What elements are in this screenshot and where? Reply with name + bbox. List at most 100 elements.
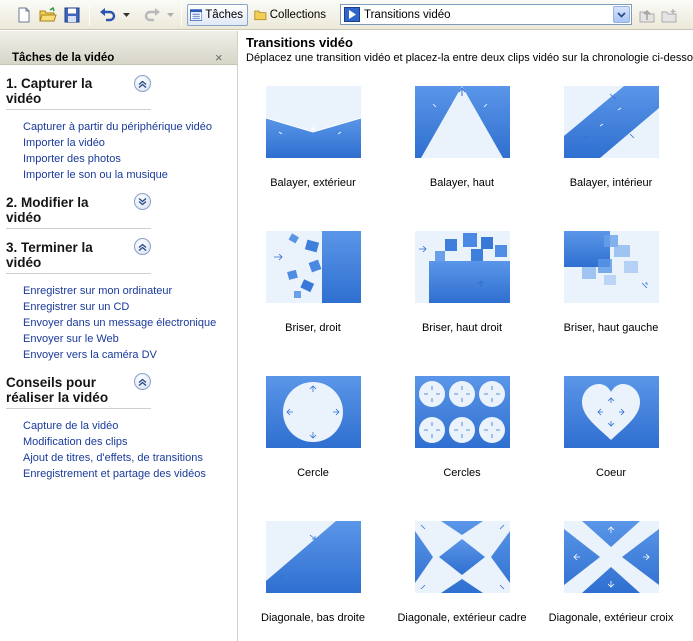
circles-icon — [415, 376, 510, 448]
collection-select-value: Transitions vidéo — [364, 8, 451, 21]
open-project-button[interactable] — [38, 4, 58, 26]
section-title-line: vidéo — [6, 255, 42, 270]
chevron-down-icon — [138, 197, 147, 205]
link-tip-capture[interactable]: Capture de la vidéo — [23, 418, 206, 434]
circle-icon — [266, 376, 361, 448]
new-project-button[interactable] — [14, 4, 34, 26]
transition-diagonal-box-out[interactable] — [415, 521, 510, 593]
up-level-button[interactable] — [638, 4, 656, 26]
expand-edit-button[interactable] — [134, 193, 151, 210]
tasks-label: Tâches — [205, 9, 243, 21]
section-title-line: 2. Modifier la — [6, 195, 89, 210]
collection-select-dropdown[interactable] — [613, 6, 630, 23]
tips-links: Capture de la vidéo Modification des cli… — [23, 418, 206, 482]
collapse-finish-button[interactable] — [134, 238, 151, 255]
section-divider — [6, 273, 151, 274]
chevron-up-icon — [138, 243, 147, 251]
caption-shatter-up-left: Briser, haut gauche — [563, 322, 659, 334]
collapse-tips-button[interactable] — [134, 373, 151, 390]
transition-circles[interactable] — [415, 376, 510, 448]
diagonal-cross-out-icon — [564, 521, 659, 593]
transition-shatter-up-left[interactable] — [564, 231, 659, 303]
chevron-up-icon — [138, 80, 147, 88]
redo-button[interactable] — [141, 4, 163, 26]
new-file-icon — [18, 7, 30, 23]
transition-diagonal-cross-out[interactable] — [564, 521, 659, 593]
link-tip-edit[interactable]: Modification des clips — [23, 434, 206, 450]
caption-diagonal-cross-out: Diagonale, extérieur croix — [548, 612, 674, 624]
collections-button[interactable]: Collections — [252, 4, 330, 26]
undo-arrow-icon — [100, 8, 116, 22]
link-capture-from-device[interactable]: Capturer à partir du périphérique vidéo — [23, 119, 212, 135]
save-project-button[interactable] — [62, 4, 82, 26]
redo-arrow-icon — [144, 8, 160, 22]
content-title: Transitions vidéo — [246, 35, 353, 50]
chevron-up-icon — [138, 378, 147, 386]
link-save-to-cd[interactable]: Enregistrer sur un CD — [23, 299, 216, 315]
caption-circle: Cercle — [297, 467, 329, 479]
sweep-out-icon — [265, 86, 362, 158]
link-tip-save-share[interactable]: Enregistrement et partage des vidéos — [23, 466, 206, 482]
heart-icon — [564, 376, 659, 448]
link-import-video[interactable]: Importer la vidéo — [23, 135, 212, 151]
undo-button[interactable] — [97, 4, 119, 26]
section-divider — [6, 408, 151, 409]
finish-links: Enregistrer sur mon ordinateur Enregistr… — [23, 283, 216, 363]
section-tips-title[interactable]: Conseils pour réaliser la vidéo — [6, 375, 150, 405]
content-description: Déplacez une transition vidéo et placez-… — [246, 52, 693, 64]
section-edit-title[interactable]: 2. Modifier la vidéo — [6, 195, 150, 225]
undo-dropdown[interactable] — [121, 4, 131, 26]
transition-sweep-up[interactable] — [415, 86, 510, 158]
caption-diagonal-box-out: Diagonale, extérieur cadre — [397, 612, 527, 624]
caption-sweep-up: Balayer, haut — [429, 177, 495, 189]
link-import-pictures[interactable]: Importer des photos — [23, 151, 212, 167]
link-tip-titles[interactable]: Ajout de titres, d'effets, de transition… — [23, 450, 206, 466]
section-finish-title[interactable]: 3. Terminer la vidéo — [6, 240, 150, 270]
collapse-capture-button[interactable] — [134, 75, 151, 92]
transition-collection-icon — [344, 7, 360, 22]
link-send-web[interactable]: Envoyer sur le Web — [23, 331, 216, 347]
chevron-down-icon — [617, 11, 626, 18]
section-title-line: Conseils pour — [6, 375, 97, 390]
collection-select[interactable]: Transitions vidéo — [340, 4, 632, 25]
transition-heart[interactable] — [564, 376, 659, 448]
link-send-email[interactable]: Envoyer dans un message électronique — [23, 315, 216, 331]
link-import-audio[interactable]: Importer le son ou la musique — [23, 167, 212, 183]
transition-sweep-in[interactable] — [564, 86, 659, 158]
up-folder-icon — [639, 9, 655, 22]
redo-dropdown[interactable] — [165, 4, 175, 26]
sweep-up-icon — [415, 86, 510, 158]
capture-links: Capturer à partir du périphérique vidéo … — [23, 119, 212, 183]
caption-sweep-in: Balayer, intérieur — [569, 177, 653, 189]
section-capture-title[interactable]: 1. Capturer la vidéo — [6, 76, 150, 106]
section-title-line: 1. Capturer la — [6, 76, 93, 91]
transition-circle[interactable] — [266, 376, 361, 448]
caption-shatter-right: Briser, droit — [285, 322, 341, 334]
new-collection-button[interactable] — [660, 4, 678, 26]
caption-sweep-out: Balayer, extérieur — [270, 177, 356, 189]
transition-shatter-up-right[interactable] — [415, 231, 510, 303]
task-list-icon — [190, 9, 203, 21]
open-folder-icon — [39, 7, 57, 22]
shatter-right-icon — [266, 231, 361, 303]
save-disk-icon — [64, 7, 80, 23]
transition-shatter-right[interactable] — [266, 231, 361, 303]
transition-sweep-out[interactable] — [265, 86, 362, 158]
diagonal-down-right-icon — [266, 521, 361, 593]
caption-diagonal-down-right: Diagonale, bas droite — [261, 612, 365, 624]
tasks-toggle-button[interactable]: Tâches — [187, 4, 248, 26]
section-title-line: vidéo — [6, 210, 42, 225]
caption-circles: Cercles — [443, 467, 481, 479]
link-save-to-computer[interactable]: Enregistrer sur mon ordinateur — [23, 283, 216, 299]
section-title-line: 3. Terminer la — [6, 240, 93, 255]
sweep-in-icon — [564, 86, 659, 158]
transition-diagonal-down-right[interactable] — [266, 521, 361, 593]
collections-folder-icon — [254, 10, 267, 21]
link-send-dv-camera[interactable]: Envoyer vers la caméra DV — [23, 347, 216, 363]
new-folder-icon — [661, 8, 677, 22]
section-divider — [6, 228, 151, 229]
section-title-line: réaliser la vidéo — [6, 390, 109, 405]
close-pane-button[interactable]: × — [215, 50, 223, 65]
toolbar-separator — [181, 4, 182, 26]
pane-title: Tâches de la vidéo — [12, 52, 115, 64]
